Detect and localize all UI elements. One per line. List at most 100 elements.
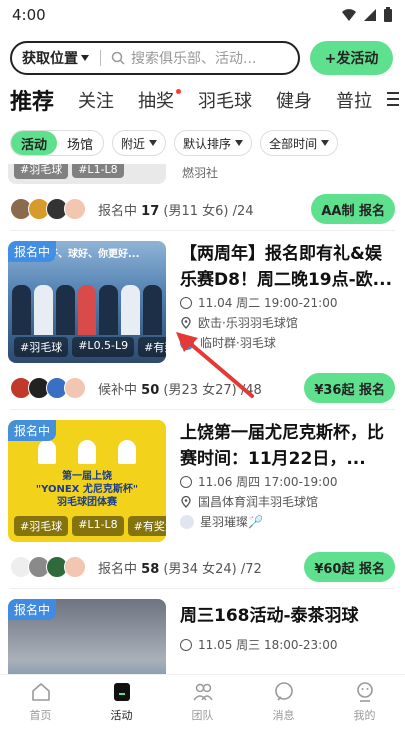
location-pin-icon [181, 496, 191, 508]
status-bar: 4:00 [0, 0, 405, 30]
caret-down-icon [321, 140, 330, 146]
time-label: 全部时间 [269, 136, 318, 151]
activity-title[interactable]: 【两周年】报名即有礼&娱乐赛D8！周二晚19点-欧... [180, 241, 397, 293]
nav-home[interactable]: 首页 [0, 675, 81, 729]
tab-lottery[interactable]: 抽奖 [138, 87, 182, 113]
filter-bar: 活动 场馆 附近 默认排序 全部时间 [0, 122, 405, 164]
time-text: 11.04 周二 19:00-21:00 [198, 296, 338, 310]
card-info: 上饶第一届尤尼克斯杯，比赛时间：11月22日，... 11.06 周四 17:0… [180, 420, 397, 546]
activity-title[interactable]: 上饶第一届尤尼克斯杯，比赛时间：11月22日，... [180, 420, 397, 472]
tag: #羽毛球 [14, 164, 69, 179]
nav-profile[interactable]: 我的 [324, 675, 405, 729]
org-text: 星羽璀璨🏸 [200, 515, 263, 529]
activity-org[interactable]: 星羽璀璨🏸 [180, 512, 397, 532]
thumb-caption: 第一届上饶 "YONEX 尤尼克斯杯" 羽毛球团体赛 [35, 471, 139, 508]
status-badge: 报名中 [8, 599, 57, 620]
location-pin-icon [181, 317, 191, 329]
signup-button[interactable]: ¥36起 报名 [304, 373, 395, 403]
tag: #L1-L8 [72, 516, 124, 536]
activity-thumbnail: 第一届上饶 "YONEX 尤尼克斯杯" 羽毛球团体赛 报名中 #羽毛球 #L1-… [8, 420, 166, 542]
notification-dot [176, 89, 182, 94]
activity-time: 11.04 周二 19:00-21:00 [180, 293, 397, 313]
nav-label: 首页 [29, 709, 52, 722]
signup-status: 报名中 17 (男11 女6) /24 [98, 200, 311, 219]
type-segment: 活动 场馆 [10, 130, 105, 156]
tag: #L1-L8 [72, 164, 124, 178]
signup-button[interactable]: ¥60起 报名 [304, 552, 395, 582]
time-text: 11.06 周四 17:00-19:00 [198, 475, 338, 489]
profile-icon [356, 682, 373, 702]
avatar-group [10, 556, 86, 578]
tag: #羽毛球 [14, 516, 69, 536]
signup-prefix: 报名中 [98, 203, 138, 219]
segment-venue[interactable]: 场馆 [57, 131, 103, 155]
tab-recommend[interactable]: 推荐 [10, 84, 54, 116]
nearby-label: 附近 [121, 136, 146, 151]
nav-label: 我的 [353, 709, 376, 722]
message-icon [274, 682, 293, 701]
tab-lottery-label: 抽奖 [138, 91, 175, 112]
shuttlecock-illustration [38, 440, 148, 466]
caret-down-icon [235, 140, 244, 146]
card-info: 周三168活动-泰茶羽球 11.05 周三 18:00-23:00 [180, 599, 397, 674]
tag: #有奖 [138, 337, 166, 357]
search-input[interactable]: 搜索俱乐部、活动... [131, 48, 256, 68]
nav-team[interactable]: 团队 [162, 675, 243, 729]
signal-icon [364, 9, 376, 21]
activity-card[interactable]: 第一届上饶 "YONEX 尤尼克斯杯" 羽毛球团体赛 报名中 #羽毛球 #L1-… [0, 410, 405, 546]
partial-card[interactable]: #羽毛球 #L1-L8 燃羽社 [0, 164, 405, 188]
org-name: 燃羽社 [182, 166, 219, 180]
location-selector[interactable]: 获取位置 [22, 48, 90, 68]
activity-card[interactable]: 报名中 周三168活动-泰茶羽球 11.05 周三 18:00-23:00 [0, 589, 405, 674]
segment-activity[interactable]: 活动 [11, 131, 58, 155]
signup-count: 58 [141, 561, 160, 577]
status-icons [341, 7, 393, 23]
menu-icon[interactable] [385, 92, 399, 110]
tab-fitness[interactable]: 健身 [276, 87, 312, 113]
activity-icon [113, 683, 130, 701]
bottom-nav: 首页 活动 团队 消息 我的 [0, 674, 405, 729]
status-badge: 报名中 [8, 241, 57, 262]
search-box[interactable]: 获取位置 搜索俱乐部、活动... [10, 41, 300, 75]
launch-activity-button[interactable]: +发活动 [310, 41, 393, 75]
activity-thumbnail: 报名中 [8, 599, 166, 674]
caret-down-icon [149, 140, 158, 146]
people-illustration [8, 285, 166, 335]
nearby-dropdown[interactable]: 附近 [112, 130, 167, 156]
time-text: 11.05 周三 18:00-23:00 [198, 638, 338, 652]
activity-title[interactable]: 周三168活动-泰茶羽球 [180, 599, 397, 635]
signup-detail: (男11 女6) /24 [159, 203, 254, 219]
avatar-group [10, 198, 86, 220]
tab-badminton[interactable]: 羽毛球 [198, 87, 252, 113]
category-tabs: 推荐 关注 抽奖 羽毛球 健身 普拉 [0, 78, 405, 122]
search-icon [111, 51, 125, 65]
location-label: 获取位置 [22, 51, 78, 67]
activity-feed[interactable]: #羽毛球 #L1-L8 燃羽社 报名中 17 (男11 女6) /24 AA制 … [0, 164, 405, 674]
activity-time: 11.06 周四 17:00-19:00 [180, 472, 397, 492]
venue-text: 国昌体育润丰羽毛球馆 [198, 495, 319, 509]
nav-activity[interactable]: 活动 [81, 675, 162, 729]
top-bar: 获取位置 搜索俱乐部、活动... +发活动 [0, 30, 405, 78]
tag: #羽毛球 [14, 337, 69, 357]
activity-venue: 国昌体育润丰羽毛球馆 [180, 492, 397, 512]
sort-label: 默认排序 [183, 136, 232, 151]
clock-icon [180, 297, 192, 309]
signup-count: 17 [141, 203, 160, 219]
nav-label: 活动 [110, 709, 133, 722]
sort-dropdown[interactable]: 默认排序 [174, 130, 253, 156]
avatar [64, 198, 86, 220]
status-time: 4:00 [12, 6, 46, 24]
tab-follow[interactable]: 关注 [78, 87, 114, 113]
nav-messages[interactable]: 消息 [243, 675, 324, 729]
avatar [64, 556, 86, 578]
avatar-group [10, 377, 86, 399]
tab-pilates[interactable]: 普拉 [336, 87, 372, 113]
signup-button[interactable]: AA制 报名 [311, 194, 395, 224]
nav-label: 消息 [272, 709, 295, 722]
activity-time: 11.05 周三 18:00-23:00 [180, 635, 397, 655]
signup-row: 报名中 17 (男11 女6) /24 AA制 报名 [0, 188, 405, 230]
time-dropdown[interactable]: 全部时间 [260, 130, 339, 156]
clock-icon [180, 639, 192, 651]
activity-thumbnail: 有好、球好、你更好... 报名中 #羽毛球 #L0.5-L9 #有奖 [8, 241, 166, 363]
tag: #L0.5-L9 [72, 337, 135, 357]
